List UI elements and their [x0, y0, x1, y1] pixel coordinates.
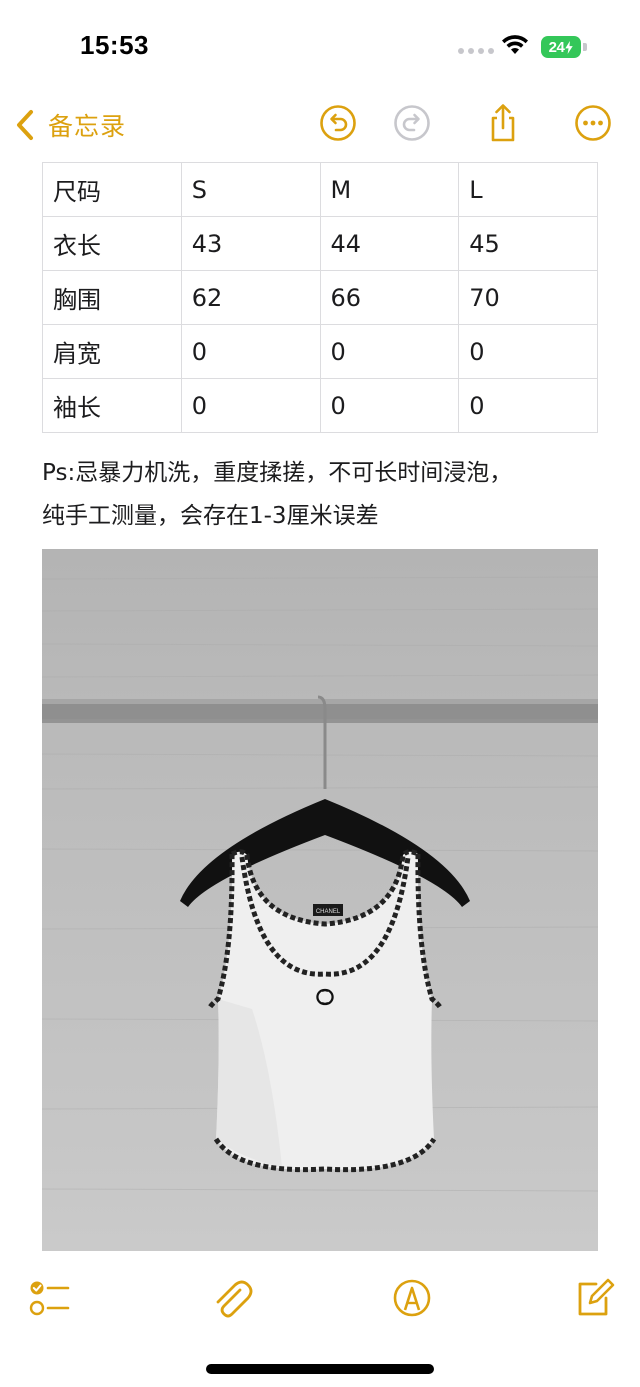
- table-row: 衣长 43 44 45: [42, 216, 598, 271]
- size-table[interactable]: 尺码 S M L 衣长 43 44 45 胸围 62 66 70 肩宽 0 0: [42, 162, 598, 433]
- redo-icon[interactable]: [392, 103, 432, 143]
- table-cell[interactable]: 0: [319, 324, 460, 379]
- table-cell[interactable]: 43: [180, 216, 321, 271]
- table-cell[interactable]: M: [319, 162, 460, 217]
- table-cell[interactable]: 胸围: [42, 270, 182, 325]
- product-photo[interactable]: CHANEL: [42, 549, 598, 1251]
- wifi-icon: [500, 34, 530, 56]
- more-icon[interactable]: [573, 103, 613, 143]
- table-cell[interactable]: S: [180, 162, 321, 217]
- notes-app-screen: 15:53 24 备忘录 尺码 S M L 衣长 43 44 45 胸围 62 …: [0, 0, 640, 1387]
- compose-icon[interactable]: [572, 1276, 616, 1320]
- signal-dots-icon: [458, 48, 494, 54]
- battery-charging-icon: 24: [541, 36, 581, 58]
- tank-top-illustration: CHANEL: [42, 576, 598, 1192]
- back-label: 备忘录: [48, 112, 127, 141]
- table-cell[interactable]: 肩宽: [42, 324, 182, 379]
- table-row: 胸围 62 66 70: [42, 270, 598, 325]
- table-cell[interactable]: 0: [458, 324, 598, 379]
- chevron-left-icon: [17, 110, 33, 140]
- brand-label: CHANEL: [316, 909, 341, 915]
- markup-icon[interactable]: [390, 1276, 434, 1320]
- checklist-icon[interactable]: [28, 1276, 72, 1320]
- bottom-toolbar: [0, 1262, 640, 1332]
- attachment-icon[interactable]: [210, 1276, 254, 1320]
- table-cell[interactable]: L: [458, 162, 598, 217]
- table-row: 肩宽 0 0 0: [42, 324, 598, 379]
- table-cell[interactable]: 45: [458, 216, 598, 271]
- table-cell[interactable]: 66: [319, 270, 460, 325]
- status-time: 15:53: [80, 30, 149, 60]
- back-button[interactable]: 备忘录: [14, 103, 126, 147]
- home-indicator[interactable]: [206, 1364, 434, 1374]
- share-icon[interactable]: [483, 103, 523, 143]
- table-cell[interactable]: 尺码: [42, 162, 182, 217]
- battery-level: 24: [548, 38, 565, 56]
- table-cell[interactable]: 0: [180, 324, 321, 379]
- note-line: Ps:忌暴力机洗，重度揉搓，不可长时间浸泡，: [42, 460, 513, 486]
- table-cell[interactable]: 62: [180, 270, 321, 325]
- table-cell[interactable]: 0: [319, 378, 460, 433]
- nav-bar: 备忘录: [0, 95, 640, 153]
- table-cell[interactable]: 44: [319, 216, 460, 271]
- table-cell[interactable]: 0: [458, 378, 598, 433]
- table-cell[interactable]: 衣长: [42, 216, 182, 271]
- undo-icon[interactable]: [318, 103, 358, 143]
- table-row: 尺码 S M L: [42, 162, 598, 217]
- battery-cap: [583, 43, 587, 51]
- note-body-text[interactable]: Ps:忌暴力机洗，重度揉搓，不可长时间浸泡， 纯手工测量，会存在1-3厘米误差: [42, 452, 602, 538]
- table-cell[interactable]: 袖长: [42, 378, 182, 433]
- table-cell[interactable]: 70: [458, 270, 598, 325]
- note-line: 纯手工测量，会存在1-3厘米误差: [42, 503, 379, 529]
- table-row: 袖长 0 0 0: [42, 378, 598, 433]
- table-cell[interactable]: 0: [180, 378, 321, 433]
- status-bar: 15:53 24: [0, 0, 640, 95]
